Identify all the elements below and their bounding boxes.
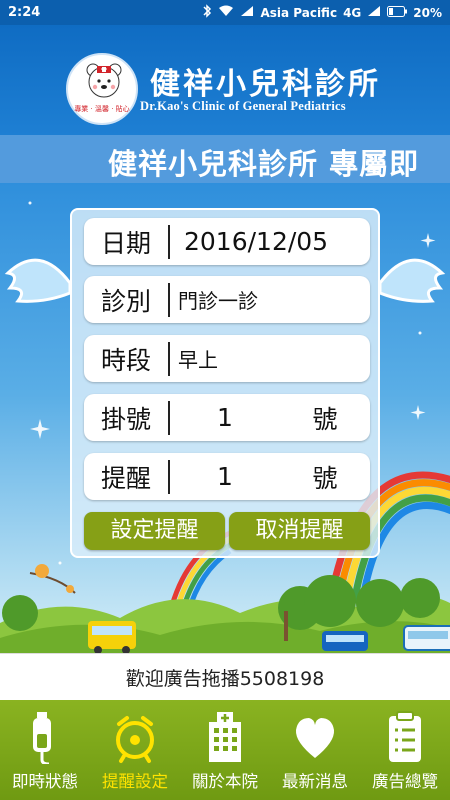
set-reminder-button[interactable]: 設定提醒 [84,512,225,550]
right-wing-decoration [378,258,446,303]
white-bus [403,625,450,651]
clinic-name-cn: 健祥小兒科診所 [150,67,381,102]
nav-item-latest-news[interactable]: 最新消息 [270,700,360,800]
iv-drip-icon [33,712,51,764]
signal-icon-2 [367,5,381,20]
nav-label-about-clinic: 關於本院 [192,772,258,791]
number-label: 掛號 [100,404,151,434]
alarm-clock-icon [116,716,154,763]
number-value[interactable]: 1 [170,403,280,432]
date-value: 2016/12/05 [184,227,329,256]
nav-item-live-status[interactable]: 即時狀態 [0,700,90,800]
reminder-form-card: 日期 2016/12/05 診別 門診一診 時段 早上 掛號 1 號 提醒 1 … [70,208,380,558]
nav-label-live-status: 即時狀態 [12,772,78,791]
marquee-banner: 健祥小兒科診所 專屬即 [0,135,450,183]
wifi-icon [218,5,234,20]
cancel-reminder-button[interactable]: 取消提醒 [229,512,370,550]
bluetooth-icon [202,4,212,21]
clinic-name-en: Dr.Kao's Clinic of General Pediatrics [140,99,346,113]
nav-item-reminder-settings[interactable]: 提醒設定 [90,700,180,800]
clinic-label: 診別 [100,286,151,316]
nav-item-about-clinic[interactable]: 關於本院 [180,700,270,800]
reminder-row[interactable]: 提醒 1 號 [84,453,370,500]
nav-label-reminder-settings: 提醒設定 [102,772,168,791]
status-carrier: Asia Pacific [260,5,338,20]
ad-banner[interactable]: 歡迎廣告拖播5508198 [0,653,450,700]
battery-icon [387,5,408,20]
status-network: 4G [343,5,362,20]
nav-label-ads-overview: 廣告總覽 [372,772,438,791]
clinic-row[interactable]: 診別 門診一診 [84,276,370,323]
ad-banner-text: 歡迎廣告拖播5508198 [125,667,325,690]
date-row: 日期 2016/12/05 [84,218,370,265]
number-row[interactable]: 掛號 1 號 [84,394,370,441]
marquee-text: 健祥小兒科診所 專屬即 [108,147,420,181]
reminder-unit: 號 [312,463,338,493]
period-row[interactable]: 時段 早上 [84,335,370,382]
bear-mascot-icon [86,63,122,98]
reminder-label: 提醒 [100,463,151,493]
date-label: 日期 [100,228,151,258]
signal-icon [240,5,254,20]
clinic-logo: 專業 · 溫馨 · 貼心 [66,53,138,125]
number-unit: 號 [312,404,338,434]
bottom-nav: 即時狀態 提醒設定 關於本院 最新消息 廣告總覽 [0,700,450,800]
clipboard-icon [389,711,421,762]
yellow-bus [88,621,136,653]
logo-tagline: 專業 · 溫馨 · 貼心 [74,105,130,113]
nav-item-ads-overview[interactable]: 廣告總覽 [360,700,450,800]
left-wing-decoration [4,258,72,303]
heart-icon [295,718,335,758]
clinic-value[interactable]: 門診一診 [170,285,370,314]
period-label: 時段 [100,345,151,375]
blue-bus [322,631,368,651]
period-value[interactable]: 早上 [170,344,370,373]
app-header: 專業 · 溫馨 · 貼心 健祥小兒科診所 Dr.Kao's Clinic of … [0,25,450,135]
reminder-value[interactable]: 1 [170,462,280,491]
status-battery: 20% [413,5,442,20]
status-time: 2:24 [8,5,41,20]
status-bar: 2:24 Asia Pacific 4G 20% [0,0,450,25]
hospital-icon [209,712,241,762]
nav-label-latest-news: 最新消息 [282,772,348,791]
